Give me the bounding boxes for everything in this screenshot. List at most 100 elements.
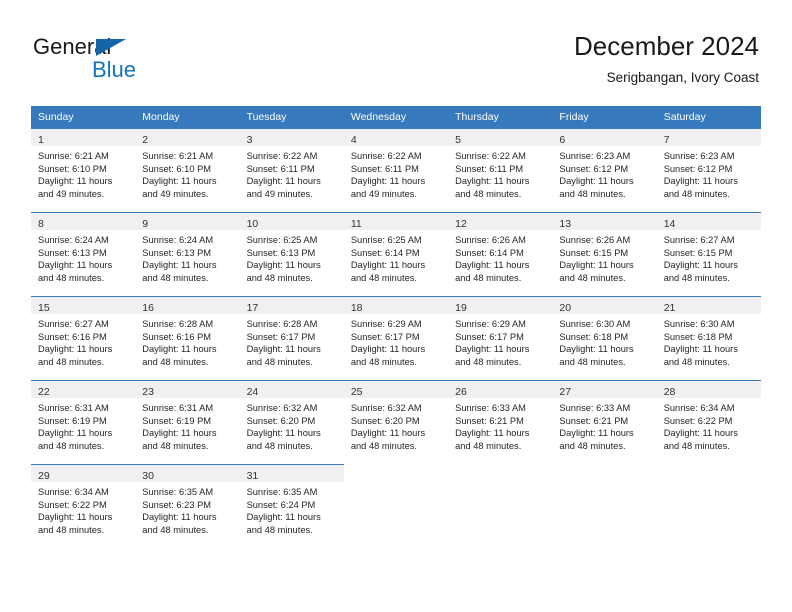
calendar-day-cell[interactable]: 3 Sunrise: 6:22 AM Sunset: 6:11 PM Daylight…	[239, 128, 344, 212]
calendar-day-cell[interactable]: 22 Sunrise: 6:31 AM Sunset: 6:19 PM Dayligh…	[31, 380, 136, 464]
calendar-day-cell[interactable]: 24 Sunrise: 6:32 AM Sunset: 6:20 PM Dayligh…	[239, 380, 344, 464]
daylight-text-line2: and 48 minutes.	[350, 272, 417, 283]
calendar-day-cell[interactable]: 4 Sunrise: 6:22 AM Sunset: 6:11 PM Daylight…	[343, 128, 449, 212]
sunrise-text: Sunrise: 6:31 AM	[142, 403, 214, 413]
calendar-day-cell[interactable]: 29 Sunrise: 6:34 AM Sunset: 6:22 PM Dayligh…	[31, 464, 136, 548]
sunrise-text: Sunrise: 6:22 AM	[455, 151, 526, 161]
day-cell-details: Sunrise: 6:33 AM Sunset: 6:21 PM Daylight:…	[552, 398, 656, 452]
calendar-day-cell[interactable]: 30 Sunrise: 6:35 AM Sunset: 6:23 PM Dayligh…	[135, 464, 240, 548]
day-cell-inner: 27 Sunrise: 6:33 AM Sunset: 6:21 PM Dayligh…	[552, 380, 657, 464]
calendar-day-cell[interactable]: 23 Sunrise: 6:31 AM Sunset: 6:19 PM Dayligh…	[135, 380, 240, 464]
calendar-day-cell[interactable]: 13 Sunrise: 6:26 AM Sunset: 6:15 PM Dayligh…	[552, 212, 657, 296]
daylight-text-line1: Daylight: 11 hours	[142, 344, 217, 355]
calendar-day-cell[interactable]: 2 Sunrise: 6:21 AM Sunset: 6:10 PM Daylight…	[135, 128, 240, 212]
calendar-day-cell[interactable]: 26 Sunrise: 6:33 AM Sunset: 6:21 PM Dayligh…	[448, 380, 553, 464]
calendar-day-cell[interactable]: 6 Sunrise: 6:23 AM Sunset: 6:12 PM Daylight…	[552, 128, 657, 212]
calendar-day-cell[interactable]: 14 Sunrise: 6:27 AM Sunset: 6:15 PM Dayligh…	[656, 212, 761, 296]
day-number: 15	[38, 302, 50, 314]
weekday-header-saturday: Saturday	[656, 106, 761, 128]
sunrise-text: Sunrise: 6:24 AM	[38, 235, 109, 245]
daylight-text-line2: and 48 minutes.	[559, 272, 626, 283]
day-cell-details: Sunrise: 6:25 AM Sunset: 6:14 PM Daylight:…	[344, 230, 448, 284]
sunset-text: Sunset: 6:10 PM	[38, 163, 107, 174]
calendar-day-cell[interactable]: 12 Sunrise: 6:26 AM Sunset: 6:14 PM Dayligh…	[448, 212, 553, 296]
day-cell-inner: 16 Sunrise: 6:28 AM Sunset: 6:16 PM Dayligh…	[135, 296, 240, 380]
sunset-text: Sunset: 6:11 PM	[455, 163, 524, 174]
daylight-text-line2: and 48 minutes.	[246, 356, 313, 367]
calendar-table: Sunday Monday Tuesday Wednesday Thursday Frid…	[31, 106, 761, 548]
general-blue-logo[interactable]: General Blue	[33, 34, 233, 84]
daylight-text-line1: Daylight: 11 hours	[38, 512, 113, 523]
day-cell-details: Sunrise: 6:23 AM Sunset: 6:12 PM Daylight:…	[657, 146, 761, 200]
calendar-day-cell[interactable]: 5 Sunrise: 6:22 AM Sunset: 6:11 PM Daylight…	[448, 128, 553, 212]
calendar-day-cell[interactable]: 25 Sunrise: 6:32 AM Sunset: 6:20 PM Dayligh…	[343, 380, 449, 464]
day-number-band: 10	[239, 213, 344, 230]
daylight-text-line1: Daylight: 11 hours	[455, 344, 530, 355]
calendar-week-row: 22 Sunrise: 6:31 AM Sunset: 6:19 PM Dayligh…	[31, 380, 761, 464]
sunrise-text: Sunrise: 6:21 AM	[142, 151, 214, 161]
day-number-band: 12	[448, 213, 553, 230]
calendar-day-cell[interactable]: 1 Sunrise: 6:21 AM Sunset: 6:10 PM Daylight…	[31, 128, 136, 212]
sunrise-text: Sunrise: 6:27 AM	[38, 319, 109, 329]
sunrise-text: Sunrise: 6:34 AM	[663, 403, 735, 413]
sunset-text: Sunset: 6:11 PM	[350, 163, 419, 174]
sunrise-text: Sunrise: 6:27 AM	[663, 235, 735, 245]
sunset-text: Sunset: 6:17 PM	[455, 331, 524, 342]
day-cell-details: Sunrise: 6:32 AM Sunset: 6:20 PM Daylight:…	[344, 398, 448, 452]
day-cell-inner: 10 Sunrise: 6:25 AM Sunset: 6:13 PM Dayligh…	[239, 212, 344, 296]
daylight-text-line1: Daylight: 11 hours	[663, 176, 738, 187]
day-number-band: 15	[31, 297, 136, 314]
calendar-day-cell[interactable]: 15 Sunrise: 6:27 AM Sunset: 6:16 PM Dayligh…	[31, 296, 136, 380]
daylight-text-line1: Daylight: 11 hours	[350, 428, 426, 439]
calendar-day-cell[interactable]: 31 Sunrise: 6:35 AM Sunset: 6:24 PM Dayligh…	[239, 464, 344, 548]
day-cell-details	[552, 482, 656, 486]
day-cell-inner: 18 Sunrise: 6:29 AM Sunset: 6:17 PM Dayligh…	[343, 296, 449, 380]
day-number: 19	[455, 302, 467, 314]
day-cell-inner: 8 Sunrise: 6:24 AM Sunset: 6:13 PM Daylight…	[31, 212, 136, 296]
day-number: 25	[350, 386, 363, 398]
daylight-text-line1: Daylight: 11 hours	[559, 176, 634, 187]
day-cell-inner: 2 Sunrise: 6:21 AM Sunset: 6:10 PM Daylight…	[135, 128, 240, 212]
sunset-text: Sunset: 6:12 PM	[559, 163, 629, 174]
calendar-day-cell[interactable]: 7 Sunrise: 6:23 AM Sunset: 6:12 PM Daylight…	[656, 128, 761, 212]
daylight-text-line1: Daylight: 11 hours	[38, 260, 113, 271]
day-cell-inner: 24 Sunrise: 6:32 AM Sunset: 6:20 PM Dayligh…	[239, 380, 344, 464]
sunset-text: Sunset: 6:16 PM	[142, 331, 212, 342]
calendar-day-cell[interactable]: 10 Sunrise: 6:25 AM Sunset: 6:13 PM Dayligh…	[239, 212, 344, 296]
daylight-text-line2: and 48 minutes.	[38, 440, 105, 451]
day-number-band: 23	[135, 381, 240, 398]
daylight-text-line1: Daylight: 11 hours	[455, 176, 530, 187]
calendar-day-cell[interactable]: 16 Sunrise: 6:28 AM Sunset: 6:16 PM Dayligh…	[135, 296, 240, 380]
sunset-text: Sunset: 6:13 PM	[38, 247, 107, 258]
sunrise-text: Sunrise: 6:25 AM	[350, 235, 422, 245]
day-number: 13	[559, 218, 572, 230]
calendar-day-cell[interactable]: 28 Sunrise: 6:34 AM Sunset: 6:22 PM Dayligh…	[656, 380, 761, 464]
sunset-text: Sunset: 6:21 PM	[455, 415, 524, 426]
daylight-text-line2: and 48 minutes.	[350, 440, 417, 451]
calendar-day-cell[interactable]: 8 Sunrise: 6:24 AM Sunset: 6:13 PM Daylight…	[31, 212, 136, 296]
sunrise-text: Sunrise: 6:23 AM	[559, 151, 631, 161]
calendar-week-row: 8 Sunrise: 6:24 AM Sunset: 6:13 PM Daylight…	[31, 212, 761, 296]
calendar-day-cell[interactable]: 11 Sunrise: 6:25 AM Sunset: 6:14 PM Dayligh…	[343, 212, 449, 296]
calendar-day-cell[interactable]: 18 Sunrise: 6:29 AM Sunset: 6:17 PM Dayligh…	[343, 296, 449, 380]
day-cell-details	[448, 482, 552, 486]
calendar-day-cell[interactable]: 21 Sunrise: 6:30 AM Sunset: 6:18 PM Dayligh…	[656, 296, 761, 380]
day-number-band	[448, 465, 553, 482]
calendar-day-cell[interactable]: 27 Sunrise: 6:33 AM Sunset: 6:21 PM Dayligh…	[552, 380, 657, 464]
sunset-text: Sunset: 6:17 PM	[246, 331, 316, 342]
day-number-band	[656, 465, 761, 482]
day-number: 6	[559, 134, 566, 146]
calendar-day-cell[interactable]: 17 Sunrise: 6:28 AM Sunset: 6:17 PM Dayligh…	[239, 296, 344, 380]
calendar-day-cell[interactable]: 20 Sunrise: 6:30 AM Sunset: 6:18 PM Dayligh…	[552, 296, 657, 380]
sunset-text: Sunset: 6:21 PM	[559, 415, 629, 426]
daylight-text-line2: and 48 minutes.	[142, 440, 209, 451]
sunset-text: Sunset: 6:22 PM	[663, 415, 733, 426]
day-number: 4	[350, 134, 357, 146]
calendar-day-cell[interactable]: 19 Sunrise: 6:29 AM Sunset: 6:17 PM Dayligh…	[448, 296, 553, 380]
daylight-text-line1: Daylight: 11 hours	[142, 512, 217, 523]
sunrise-text: Sunrise: 6:28 AM	[142, 319, 214, 329]
sunrise-text: Sunrise: 6:29 AM	[455, 319, 526, 329]
daylight-text-line2: and 48 minutes.	[455, 188, 522, 199]
calendar-day-cell[interactable]: 9 Sunrise: 6:24 AM Sunset: 6:13 PM Daylight…	[135, 212, 240, 296]
sunset-text: Sunset: 6:22 PM	[38, 499, 107, 510]
